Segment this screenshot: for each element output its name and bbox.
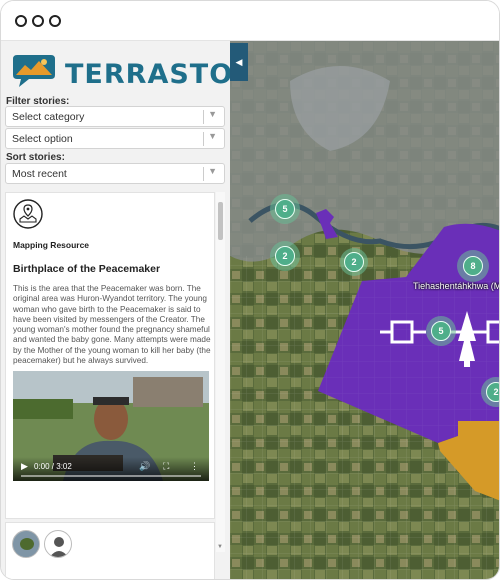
option-select-value: Select option: [12, 133, 73, 145]
sort-label: Sort stories:: [6, 152, 65, 163]
app-name: TERRASTORIES: [65, 59, 230, 90]
select-divider: [203, 110, 204, 124]
story-type: Mapping Resource: [13, 240, 90, 250]
category-select[interactable]: Select category ▼: [5, 106, 225, 127]
video-controls: ▶ 0:00 / 3:02 🔊 ⛶ ⋮: [13, 457, 209, 481]
more-options-icon[interactable]: ⋮: [190, 461, 199, 472]
story-cluster-marker[interactable]: 2: [270, 241, 300, 271]
select-divider: [203, 132, 204, 146]
collapse-sidebar-button[interactable]: ◀: [230, 43, 248, 81]
territory-label[interactable]: Tiehashentáhkhwa (M: [413, 281, 499, 291]
scrollbar-thumb[interactable]: [218, 202, 223, 240]
category-select-value: Select category: [12, 111, 85, 123]
video-time: 0:00 / 3:02: [34, 462, 72, 471]
satellite-map[interactable]: ◀ 5 2 2 8 5 2 Tiehashentáhkhwa (M: [230, 41, 499, 579]
speaker-photo: [13, 531, 39, 557]
video-progress-bar[interactable]: [21, 475, 201, 477]
sort-select[interactable]: Most recent ▼: [5, 163, 225, 184]
story-list-scrollbar[interactable]: ▼: [216, 192, 225, 552]
speech-bubble-landscape-icon: [13, 55, 55, 87]
story-description: This is the area that the Peacemaker was…: [13, 284, 211, 366]
chevron-down-icon: ▼: [208, 131, 217, 141]
fullscreen-icon[interactable]: ⛶: [163, 461, 169, 472]
speaker-avatar-placeholder[interactable]: [44, 530, 72, 558]
sort-select-value: Most recent: [12, 168, 67, 180]
story-cluster-marker[interactable]: 5: [270, 194, 300, 224]
option-select[interactable]: Select option ▼: [5, 128, 225, 149]
story-card[interactable]: Mapping Resource Birthplace of the Peace…: [5, 192, 215, 519]
stories-sidebar: TERRASTORIES Filter stories: Select cate…: [1, 41, 230, 579]
speaker-avatar[interactable]: [12, 530, 40, 558]
title-bar: [1, 1, 499, 41]
select-divider: [203, 167, 204, 181]
map-pin-icon: [13, 199, 43, 229]
chevron-down-icon: ▼: [208, 109, 217, 119]
scroll-down-icon[interactable]: ▼: [217, 544, 223, 550]
close-window-button[interactable]: [15, 15, 27, 27]
volume-icon[interactable]: 🔊: [139, 461, 150, 472]
story-cluster-marker[interactable]: 2: [340, 248, 368, 276]
maximize-window-button[interactable]: [49, 15, 61, 27]
terrastories-logo[interactable]: TERRASTORIES: [11, 51, 230, 90]
user-icon: [49, 537, 69, 557]
story-title: Birthplace of the Peacemaker: [13, 263, 161, 275]
chevron-down-icon: ▼: [208, 166, 217, 176]
story-cluster-marker[interactable]: 8: [457, 250, 489, 282]
story-video[interactable]: ▶ 0:00 / 3:02 🔊 ⛶ ⋮: [13, 371, 209, 481]
play-icon[interactable]: ▶: [21, 461, 28, 472]
minimize-window-button[interactable]: [32, 15, 44, 27]
browser-window: TERRASTORIES Filter stories: Select cate…: [0, 0, 500, 580]
story-cluster-marker[interactable]: 5: [426, 316, 456, 346]
chevron-left-icon: ◀: [235, 57, 243, 67]
map-imagery: [230, 41, 499, 579]
story-card-speakers[interactable]: [5, 522, 215, 579]
